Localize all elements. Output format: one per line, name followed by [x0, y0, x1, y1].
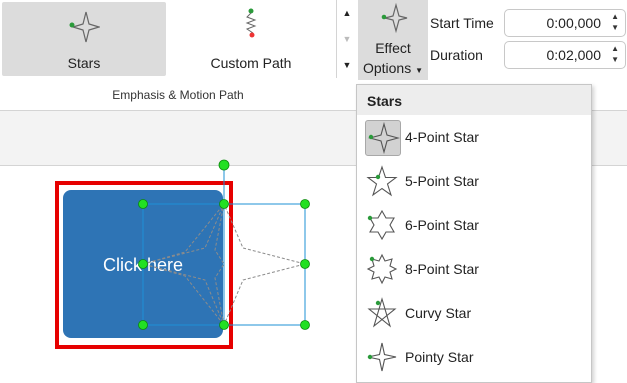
- menu-item-label: 8-Point Star: [405, 261, 479, 277]
- menu-item-curvy-star[interactable]: Curvy Star: [357, 291, 591, 335]
- path-end-frame: [223, 203, 306, 326]
- menu-item-label: 4-Point Star: [405, 129, 479, 145]
- menu-item-label: Pointy Star: [405, 349, 474, 365]
- menu-item-4-point-star[interactable]: 4-Point Star: [357, 115, 591, 159]
- menu-item-label: 5-Point Star: [405, 173, 479, 189]
- shape-selection-frame: [142, 203, 225, 326]
- six-point-star-icon: [365, 208, 399, 242]
- four-point-star-icon: [365, 120, 401, 156]
- menu-item-6-point-star[interactable]: 6-Point Star: [357, 203, 591, 247]
- five-point-star-icon: [365, 164, 399, 198]
- menu-header: Stars: [357, 85, 591, 115]
- pointy-star-icon: [365, 340, 399, 374]
- menu-item-5-point-star[interactable]: 5-Point Star: [357, 159, 591, 203]
- menu-item-label: 6-Point Star: [405, 217, 479, 233]
- menu-item-label: Curvy Star: [405, 305, 472, 321]
- curvy-star-icon: [365, 296, 399, 330]
- eight-point-star-icon: [365, 252, 399, 286]
- menu-item-pointy-star[interactable]: Pointy Star: [357, 335, 591, 379]
- star-path-start: [141, 203, 225, 326]
- menu-item-8-point-star[interactable]: 8-Point Star: [357, 247, 591, 291]
- effect-options-menu: Stars 4-Point Star 5-Point Star 6-Point …: [356, 84, 592, 383]
